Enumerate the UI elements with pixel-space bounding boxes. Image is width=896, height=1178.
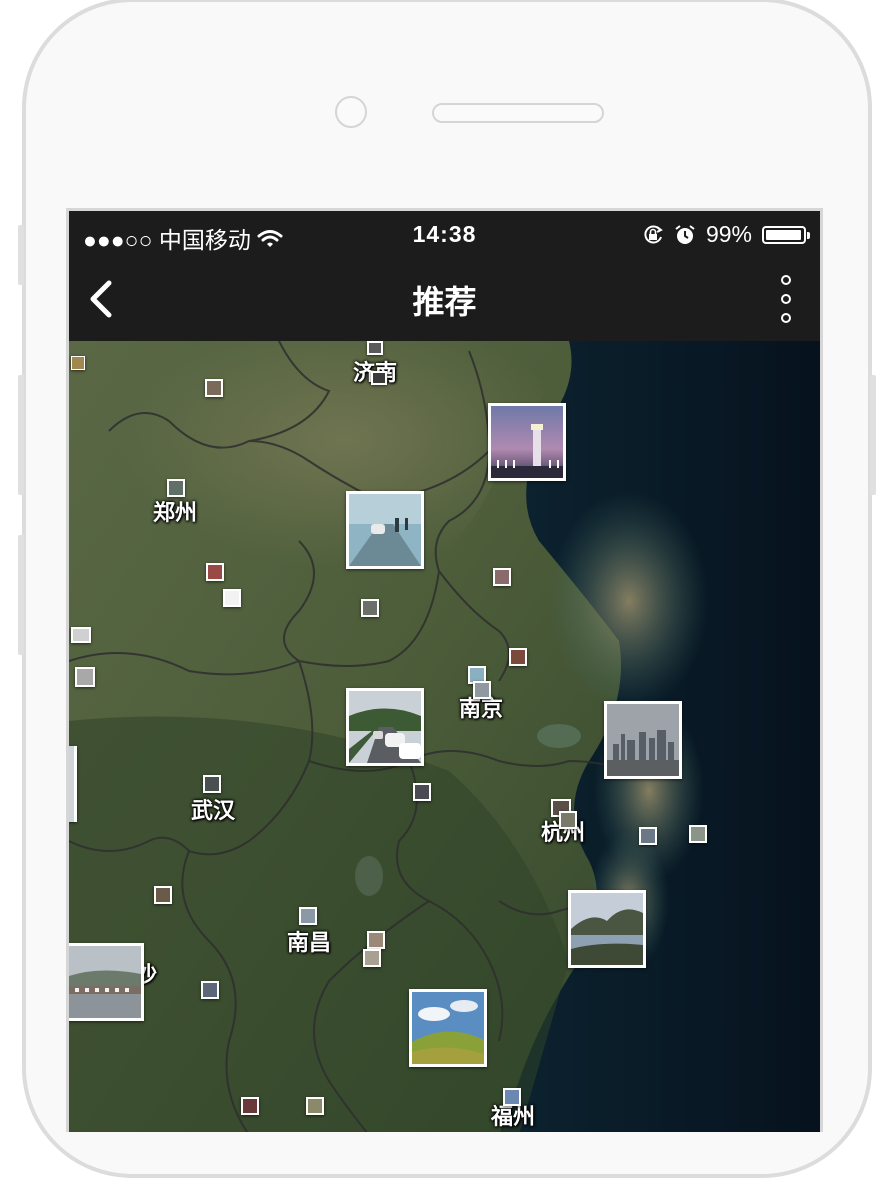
satellite-map[interactable]: 济南 郑州 南京 武汉 杭州 南昌 福州 沙 <box>69 341 820 1132</box>
highway-thumbnail <box>349 691 421 763</box>
navigation-bar: 推荐 <box>69 257 820 341</box>
battery-icon <box>762 225 810 244</box>
power-button <box>870 375 876 495</box>
photo-marker-small[interactable] <box>154 886 172 904</box>
photo-marker-small[interactable] <box>503 1088 521 1106</box>
snow-road-thumbnail <box>349 494 421 566</box>
more-vertical-icon <box>781 275 791 323</box>
front-camera <box>335 96 367 128</box>
page-title: 推荐 <box>412 284 477 320</box>
photo-marker-lighthouse[interactable] <box>488 403 566 481</box>
photo-marker-coast-bay[interactable] <box>568 890 646 968</box>
photo-marker-left-edge[interactable] <box>69 746 77 822</box>
photo-marker-small[interactable] <box>205 379 223 397</box>
photo-marker-small[interactable] <box>306 1097 324 1115</box>
skyline-thumbnail <box>607 704 679 776</box>
photo-marker-small[interactable] <box>509 648 527 666</box>
bridge-thumbnail <box>69 946 141 1018</box>
photo-marker-small[interactable] <box>71 356 85 370</box>
photo-marker-small[interactable] <box>203 775 221 793</box>
photo-marker-small[interactable] <box>223 589 241 607</box>
photo-marker-small[interactable] <box>367 931 385 949</box>
rotation-lock-icon <box>642 224 664 246</box>
photo-marker-small[interactable] <box>689 825 707 843</box>
photo-marker-bridge-partial[interactable] <box>69 943 144 1021</box>
photo-marker-shanghai-skyline[interactable] <box>604 701 682 779</box>
alarm-icon <box>674 224 696 246</box>
photo-marker-snow-road[interactable] <box>346 491 424 569</box>
photo-marker-small[interactable] <box>367 341 383 355</box>
photo-marker-small[interactable] <box>75 667 95 687</box>
photo-marker-small[interactable] <box>559 811 577 829</box>
photo-marker-small[interactable] <box>206 563 224 581</box>
coast-thumbnail <box>571 893 643 965</box>
grassland-thumbnail <box>412 992 484 1064</box>
photo-marker-small[interactable] <box>363 949 381 967</box>
battery-percent: 99% <box>705 221 752 247</box>
volume-up-button <box>18 375 24 495</box>
photo-marker-small[interactable] <box>473 681 491 699</box>
earpiece-speaker <box>432 103 604 123</box>
photo-marker-small[interactable] <box>201 981 219 999</box>
photo-marker-small[interactable] <box>241 1097 259 1115</box>
city-label-wuhan: 武汉 <box>191 798 236 823</box>
more-button[interactable] <box>774 271 798 327</box>
photo-marker-small[interactable] <box>371 371 387 385</box>
photo-marker-grassland-hill[interactable] <box>409 989 487 1067</box>
status-bar: ●●●○○ 中国移动 14:38 99% <box>69 211 820 257</box>
photo-marker-small[interactable] <box>493 568 511 586</box>
photo-marker-small[interactable] <box>413 783 431 801</box>
volume-down-button <box>18 535 24 655</box>
photo-marker-small[interactable] <box>299 907 317 925</box>
photo-marker-highway[interactable] <box>346 688 424 766</box>
city-label-nanchang: 南昌 <box>287 930 332 955</box>
lighthouse-thumbnail <box>491 406 563 478</box>
photo-marker-small[interactable] <box>71 627 91 643</box>
city-label-zhengzhou: 郑州 <box>153 500 198 525</box>
mute-switch <box>18 225 24 285</box>
photo-marker-small[interactable] <box>639 827 657 845</box>
photo-marker-small[interactable] <box>167 479 185 497</box>
screen: ●●●○○ 中国移动 14:38 99% 推荐 郑州 南京 武汉 杭州 南昌 福… <box>66 208 823 1132</box>
photo-marker-small[interactable] <box>361 599 379 617</box>
